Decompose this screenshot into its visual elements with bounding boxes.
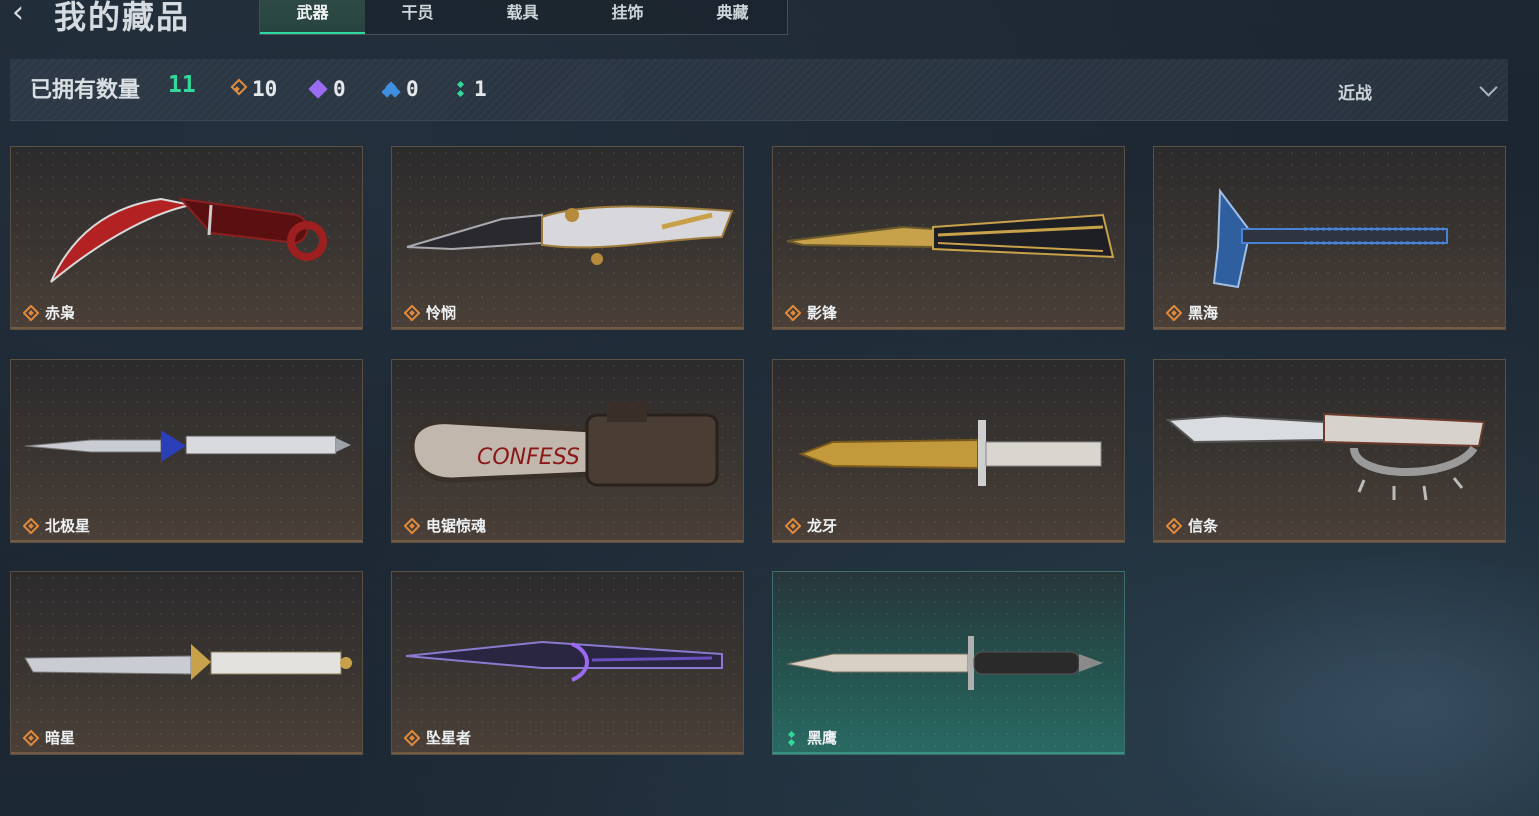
weapon-name: 影锋: [807, 304, 838, 322]
tab-vehicles[interactable]: 载具: [470, 0, 575, 34]
orange-rarity-icon: [404, 518, 420, 534]
dagger-image: [24, 430, 351, 462]
weapon-card-yingfeng[interactable]: 影锋: [772, 146, 1125, 330]
orange-rarity-icon: [404, 305, 420, 321]
folding-knife-image: [406, 205, 734, 265]
weapon-name: 怜悯: [426, 304, 457, 322]
purple-knife-image: [405, 640, 723, 682]
weapon-card-xintiao[interactable]: 信条: [1153, 359, 1506, 543]
weapon-card-anxing[interactable]: 暗星: [10, 571, 363, 755]
weapon-card-beijixing[interactable]: 北极星: [10, 359, 363, 543]
dropdown-selected-value: 近战: [1338, 84, 1372, 104]
category-tabs: 武器 干员 载具 挂饰 典藏: [259, 0, 788, 35]
weapon-card-heiying[interactable]: 黑鹰: [772, 571, 1125, 755]
purple-count: 0: [308, 74, 346, 104]
orange-diamond-icon: [228, 78, 248, 98]
purple-diamond-icon: [308, 79, 328, 99]
orange-count: 10: [228, 74, 277, 104]
weapon-name: 赤枭: [45, 304, 76, 322]
tomahawk-axe-image: [1212, 188, 1448, 289]
orange-rarity-icon: [23, 730, 39, 746]
blue-count: 0: [381, 74, 419, 104]
blue-diamond-icon: [381, 80, 401, 98]
weapon-name: 黑鹰: [807, 729, 838, 747]
tab-collection[interactable]: 典藏: [680, 0, 785, 34]
background-storm: [1139, 536, 1539, 816]
weapon-name: 黑海: [1188, 304, 1219, 322]
weapon-card-dianjujinghun[interactable]: CONFESS 电锯惊魂: [391, 359, 744, 543]
orange-rarity-icon: [23, 305, 39, 321]
bayonet-knife-image: [798, 420, 1102, 486]
back-arrow-icon[interactable]: ‹: [12, 0, 42, 30]
tab-charms[interactable]: 挂饰: [575, 0, 680, 34]
weapon-card-lianmin[interactable]: 怜悯: [391, 146, 744, 330]
owned-count-label: 已拥有数量: [30, 78, 141, 103]
weapon-name: 龙牙: [807, 517, 838, 535]
svg-text:CONFESS: CONFESS: [477, 445, 580, 470]
ornate-knife-image: [24, 644, 352, 680]
green-rarity-icon: [787, 730, 796, 746]
page-title: 我的藏品: [54, 0, 191, 36]
knuckle-knife-image: [1165, 412, 1486, 501]
weapon-card-heihai[interactable]: 黑海: [1153, 146, 1506, 330]
weapon-type-dropdown[interactable]: 近战: [1320, 59, 1508, 120]
weapon-card-chixiao[interactable]: 赤枭: [10, 146, 363, 330]
weapon-name: 信条: [1188, 517, 1219, 535]
weapon-name: 暗星: [45, 729, 76, 747]
weapon-name: 北极星: [45, 517, 91, 535]
tab-weapons[interactable]: 武器: [260, 0, 365, 34]
balisong-knife-image: [786, 213, 1115, 259]
chainsaw-image: CONFESS: [409, 402, 719, 487]
orange-rarity-icon: [785, 518, 801, 534]
weapon-name: 坠星者: [426, 729, 472, 747]
orange-rarity-icon: [404, 730, 420, 746]
orange-rarity-icon: [23, 518, 39, 534]
weapon-card-zhuixingzhe[interactable]: 坠星者: [391, 571, 744, 755]
orange-rarity-icon: [1166, 518, 1182, 534]
owned-total: 11: [168, 72, 196, 98]
green-diamond-icon: [456, 80, 468, 98]
weapon-card-longya[interactable]: 龙牙: [772, 359, 1125, 543]
karambit-knife-image: [50, 197, 327, 283]
green-count: 1: [456, 74, 487, 104]
orange-rarity-icon: [785, 305, 801, 321]
weapon-name: 电锯惊魂: [426, 517, 487, 535]
combat-knife-image: [786, 636, 1103, 690]
ownership-bar: 已拥有数量 11 10 0 0 1 近战: [10, 59, 1508, 121]
tab-operators[interactable]: 干员: [365, 0, 470, 34]
chevron-down-icon: [1479, 78, 1498, 97]
orange-rarity-icon: [1166, 305, 1182, 321]
